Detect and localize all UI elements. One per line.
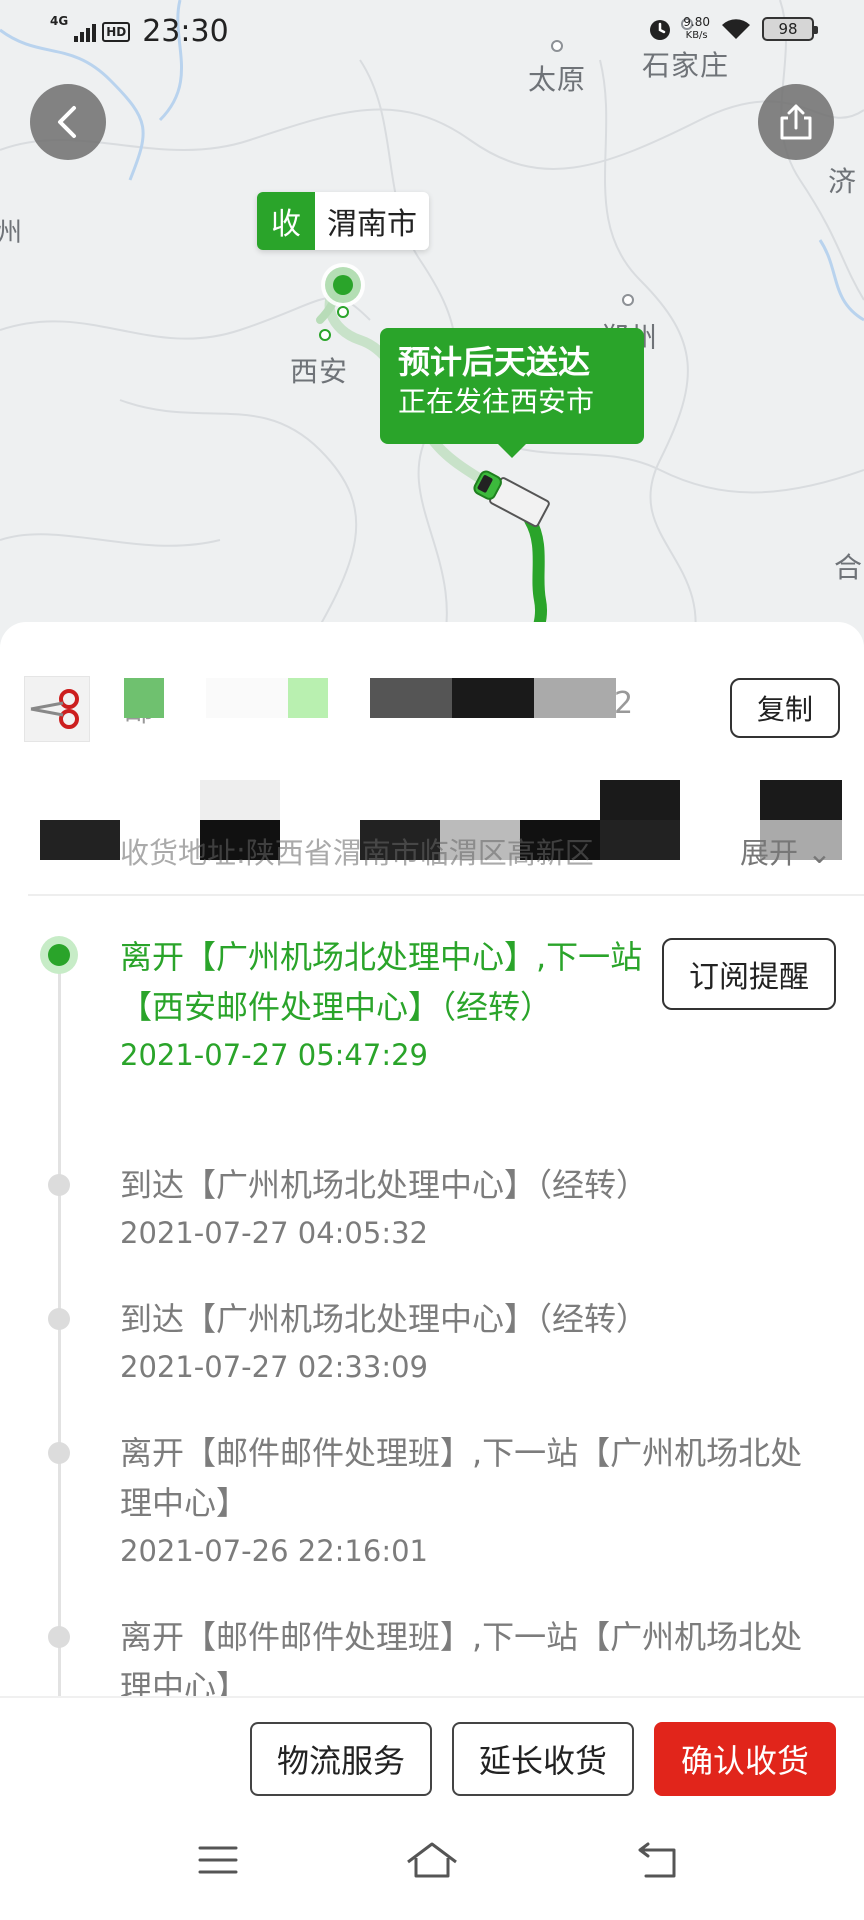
tracking-number-suffix: 2 [614,686,634,721]
chevron-down-icon: ⌄ [807,836,832,870]
event-text: 到达【广州机场北处理中心】（经转） [120,1166,649,1204]
scissors-icon [30,689,79,729]
city-label-left-edge: 州 [0,218,24,248]
network-type: 4G [50,14,69,28]
timeline-dot-active [40,936,78,974]
status-bar: 4G HD 23:30 9.80 KB/s 98 [0,0,864,64]
city-label-jinan: 济 [828,165,858,198]
battery-icon: 98 [762,17,818,41]
event-time: 2021-07-26 22:16:01 [120,1534,428,1568]
eta-title: 预计后天送达 [398,343,591,381]
tracking-number-redacted [124,678,616,718]
city-label-taiyuan: 太原 [528,63,587,96]
product-thumbnail [24,676,90,742]
status-right: 9.80 KB/s 98 [647,16,818,42]
alarm-icon [650,20,671,40]
timeline-event: 离开【广州机场北处理中心】,下一站【西安邮件处理中心】（经转） 2021-07-… [120,932,650,1078]
event-text: 离开【广州机场北处理中心】,下一站【西安邮件处理中心】（经转） [120,938,643,1026]
receiver-location-tag: 收 渭南市 [257,192,429,250]
extend-receipt-button[interactable]: 延长收货 [452,1722,634,1796]
timeline-dot [48,1174,70,1196]
confirm-receipt-button[interactable]: 确认收货 [654,1722,836,1796]
eta-bubble: 预计后天送达 正在发往西安市 [380,328,644,458]
delivery-address: 收货地址:陕西省渭南市临渭区高新区 [120,836,594,870]
expand-address-button[interactable]: 展开 ⌄ [740,830,832,872]
city-label-xian: 西安 [290,355,349,388]
truck-icon [473,470,550,528]
system-nav-bar [0,1808,864,1920]
event-time: 2021-07-27 05:47:29 [120,1038,428,1072]
eta-subtitle: 正在发往西安市 [398,385,595,418]
timeline-dot [48,1308,70,1330]
signal-icon [74,22,97,42]
menu-icon[interactable] [196,1840,240,1880]
timeline-event: 到达【广州机场北处理中心】（经转） 2021-07-27 04:05:32 [120,1160,830,1256]
timeline-dot [48,1626,70,1648]
speed-unit: KB/s [685,30,708,41]
home-icon[interactable] [404,1840,460,1880]
expand-label: 展开 [740,836,799,870]
tracking-map[interactable]: 太原 石家庄 济 郑州 西安 合 州 收 渭南市 预计后天送达 正在发往西安市 … [0,0,864,660]
event-time: 2021-07-27 04:05:32 [120,1216,428,1250]
package-row: 邮 2 复制 [24,650,840,760]
timeline-event: 离开【邮件邮件处理班】,下一站【广州机场北处理中心】 2021-07-26 22… [120,1428,830,1574]
status-left: 4G HD 23:30 [50,14,229,49]
city-label-hefei: 合 [834,551,864,584]
receiver-tag-key: 收 [257,192,315,250]
speed-value: 9.80 [683,15,710,29]
action-bar: 物流服务 延长收货 确认收货 [0,1696,864,1808]
share-button[interactable] [758,84,834,160]
hd-icon: HD [102,21,131,42]
event-text: 离开【邮件邮件处理班】,下一站【广州机场北处理中心】 [120,1434,803,1522]
clock: 23:30 [142,14,229,49]
share-icon [780,104,812,140]
back-arrow-icon [58,106,76,138]
timeline-dot [48,1442,70,1464]
event-time: 2021-07-27 02:33:09 [120,1350,428,1384]
back-button[interactable] [30,84,106,160]
subscribe-button[interactable]: 订阅提醒 [662,938,836,1010]
copy-button[interactable]: 复制 [730,678,840,738]
logistics-service-button[interactable]: 物流服务 [250,1722,432,1796]
wifi-icon [722,19,750,39]
divider [28,894,864,896]
receiver-tag-city: 渭南市 [315,192,429,250]
back-nav-icon[interactable] [636,1840,680,1880]
network-speed: 9.80 KB/s [683,16,710,42]
timeline-event: 到达【广州机场北处理中心】（经转） 2021-07-27 02:33:09 [120,1294,830,1390]
event-text: 到达【广州机场北处理中心】（经转） [120,1300,649,1338]
city-dot-zhengzhou [622,294,634,306]
